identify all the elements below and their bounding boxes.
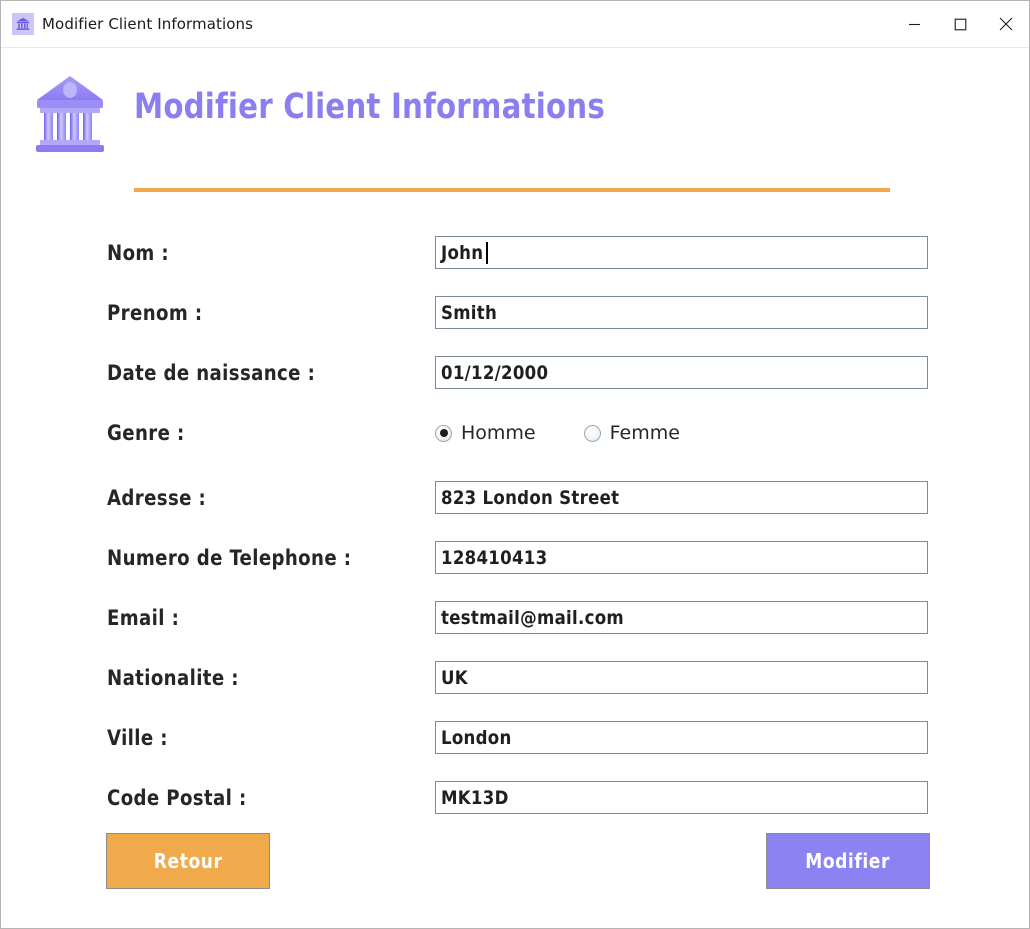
title-bar: Modifier Client Informations (1, 1, 1029, 48)
radio-femme[interactable]: Femme (583, 422, 680, 444)
genre-radio-group: Homme Femme (435, 416, 680, 450)
form-row-nom: Nom : John (1, 236, 1029, 270)
ville-input-value: London (441, 726, 512, 749)
label-email: Email : (107, 606, 180, 630)
radio-homme-label: Homme (461, 422, 536, 444)
modifier-button[interactable]: Modifier (766, 833, 930, 889)
label-nom: Nom : (107, 241, 170, 265)
prenom-input-value: Smith (441, 301, 498, 324)
radio-selected-icon (435, 424, 452, 442)
label-genre: Genre : (107, 421, 185, 445)
client-form: Nom : John Prenom : Smith Date de naissa… (1, 160, 1029, 928)
date-naissance-input-value: 01/12/2000 (441, 361, 549, 384)
ville-input[interactable]: London (435, 721, 928, 754)
bank-building-icon (12, 13, 34, 35)
label-prenom: Prenom : (107, 301, 203, 325)
form-row-date-naissance: Date de naissance : 01/12/2000 (1, 356, 1029, 390)
date-naissance-input[interactable]: 01/12/2000 (435, 356, 928, 389)
nom-input-value: John (441, 241, 484, 264)
bank-building-icon (33, 70, 107, 154)
form-row-nationalite: Nationalite : UK (1, 661, 1029, 695)
form-row-email: Email : testmail@mail.com (1, 601, 1029, 635)
label-ville: Ville : (107, 726, 168, 750)
nom-input[interactable]: John (435, 236, 928, 269)
radio-femme-label: Femme (609, 422, 680, 444)
modifier-button-label: Modifier (805, 849, 891, 873)
retour-button[interactable]: Retour (106, 833, 270, 889)
window-controls (891, 1, 1029, 47)
form-row-ville: Ville : London (1, 721, 1029, 755)
label-adresse: Adresse : (107, 486, 207, 510)
retour-button-label: Retour (153, 849, 223, 873)
form-row-code-postal: Code Postal : MK13D (1, 781, 1029, 815)
window-title: Modifier Client Informations (42, 15, 254, 33)
telephone-input-value: 128410413 (441, 546, 548, 569)
radio-homme[interactable]: Homme (435, 422, 536, 444)
label-telephone: Numero de Telephone : (107, 546, 352, 570)
page-title: Modifier Client Informations (134, 87, 605, 127)
form-row-genre: Genre : Homme Femme (1, 416, 1029, 450)
prenom-input[interactable]: Smith (435, 296, 928, 329)
form-row-telephone: Numero de Telephone : 128410413 (1, 541, 1029, 575)
form-row-prenom: Prenom : Smith (1, 296, 1029, 330)
application-window: Modifier Client Informations Modifier Cl… (0, 0, 1030, 929)
label-code-postal: Code Postal : (107, 786, 247, 810)
telephone-input[interactable]: 128410413 (435, 541, 928, 574)
page-header: Modifier Client Informations (1, 48, 1029, 192)
adresse-input[interactable]: 823 London Street (435, 481, 928, 514)
email-input[interactable]: testmail@mail.com (435, 601, 928, 634)
label-nationalite: Nationalite : (107, 666, 239, 690)
label-date-naissance: Date de naissance : (107, 361, 316, 385)
form-row-adresse: Adresse : 823 London Street (1, 481, 1029, 515)
minimize-button[interactable] (891, 1, 937, 47)
text-caret (485, 241, 488, 264)
nationalite-input-value: UK (441, 666, 468, 689)
adresse-input-value: 823 London Street (441, 486, 620, 509)
nationalite-input[interactable]: UK (435, 661, 928, 694)
radio-unselected-icon (583, 424, 601, 442)
code-postal-input-value: MK13D (441, 786, 509, 809)
code-postal-input[interactable]: MK13D (435, 781, 928, 814)
email-input-value: testmail@mail.com (441, 606, 624, 629)
maximize-button[interactable] (937, 1, 983, 47)
close-button[interactable] (983, 1, 1029, 47)
